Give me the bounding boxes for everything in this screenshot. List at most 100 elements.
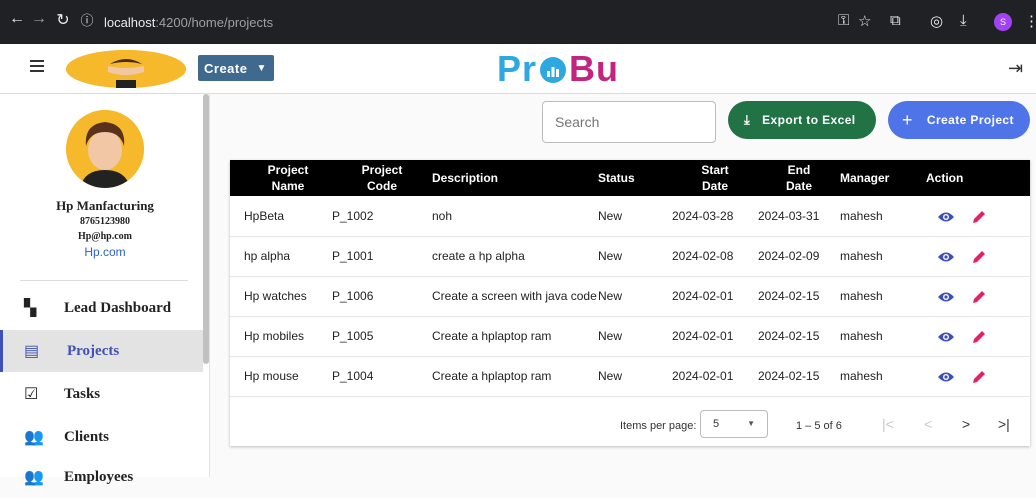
manager-cell: mahesh [840,369,883,383]
start-date-cell: 2024-03-28 [672,208,734,223]
create-project-label: Create Project [926,113,1014,127]
action-cell [926,356,1030,396]
create-project-button[interactable]: + Create Project [888,101,1030,139]
status-cell: New [598,249,623,263]
org-name: Hp Manfacturing [56,198,154,213]
action-cell [926,276,1030,316]
search-input[interactable] [542,101,716,143]
view-eye-icon[interactable] [938,291,954,303]
view-eye-icon[interactable] [938,211,954,223]
table-header-row: Project Name Project Code Description Stat… [230,160,1030,196]
sidebar-item-projects[interactable]: ▤ Projects [0,330,203,372]
project-code-cell: P_1002 [332,208,374,223]
header-start-date[interactable]: Start Date [672,160,758,196]
end-date-cell: 2024-02-09 [758,249,820,263]
project-name-cell: Hp watches [244,289,307,303]
org-website-link[interactable]: Hp.com [0,245,210,259]
table-row: Hp mouse P_1004 Create a hplaptop ram New 20… [230,356,1030,396]
start-date-cell: 2024-02-01 [672,289,734,303]
header-project-name[interactable]: Project Name [230,160,332,196]
reload-icon[interactable]: ↻ [54,10,72,30]
download-icon[interactable]: ⤓ [960,12,967,29]
edit-pencil-icon[interactable] [972,290,986,304]
site-info-icon[interactable]: ⓘ [78,10,96,29]
items-per-page-label: Items per page: [620,420,697,432]
group-icon: 👥 [24,469,44,486]
edit-pencil-icon[interactable] [972,210,986,224]
browser-toolbar: ← → ↻ ⓘ localhost:4200/home/projects ⚿ ☆… [0,0,1036,44]
manager-cell: mahesh [840,249,883,263]
org-avatar [66,110,144,188]
sidebar-item-tasks[interactable]: ☑ Tasks [0,373,203,415]
sidebar-item-label: Employees [64,468,134,485]
manager-cell: mahesh [840,208,883,223]
project-name-cell: HpBeta [244,208,285,223]
create-dropdown-button[interactable]: Create ▼ [198,55,274,81]
key-icon[interactable]: ⚿ [838,12,849,29]
sidebar-item-label: Lead Dashboard [64,299,172,316]
end-date-cell: 2024-02-15 [758,289,820,303]
edit-pencil-icon[interactable] [972,330,986,344]
sidebar-scrollbar[interactable] [203,94,209,364]
brand-cloud-icon [540,57,567,83]
sidebar-item-label: Projects [67,342,120,359]
view-eye-icon[interactable] [938,331,954,343]
end-date-cell: 2024-02-15 [758,369,820,383]
logout-icon[interactable]: ⇥ [1008,58,1023,79]
project-code-cell: P_1001 [332,249,374,263]
dashboard-icon: ▚ [24,300,37,317]
projects-table-card: Project Name Project Code Description Stat… [230,160,1030,446]
bookmark-star-icon[interactable]: ☆ [858,12,871,30]
brand-logo: Pr Bu [497,48,619,90]
caret-down-icon: ▼ [747,419,755,428]
profile-avatar[interactable]: S [994,13,1012,31]
sidebar-item-lead-dashboard[interactable]: ▚ Lead Dashboard [0,287,203,329]
end-date-cell: 2024-02-15 [758,329,820,343]
brand-left: Pr [497,48,538,89]
caret-down-icon: ▼ [256,62,267,74]
brand-right: Bu [569,48,620,89]
create-label: Create [204,60,248,76]
last-page-icon[interactable]: >| [998,416,1010,432]
extensions-icon[interactable]: ⧉ [890,12,901,29]
header-status[interactable]: Status [598,160,672,196]
project-code-cell: P_1005 [332,329,374,343]
edit-pencil-icon[interactable] [972,250,986,264]
page-size-select[interactable]: 5 ▼ [700,410,768,438]
header-end-date[interactable]: End Date [758,160,840,196]
menu-dots-icon[interactable]: ⋮ [1024,12,1036,30]
url-path: :4200/home/projects [155,14,274,30]
start-date-cell: 2024-02-01 [672,329,734,343]
back-arrow-icon[interactable]: ← [8,10,26,28]
status-cell: New [598,369,623,383]
sidebar-item-label: Tasks [64,385,101,402]
app-header: Create ▼ Pr Bu ⇥ [0,44,1036,94]
sidebar: Hp Manfacturing 8765123980 Hp@hp.com Hp.… [0,94,210,486]
header-manager[interactable]: Manager [840,160,926,196]
sidebar-item-clients[interactable]: 👥 Clients [0,416,203,458]
previous-page-icon[interactable]: < [924,416,932,432]
wallet-icon[interactable]: ◎ [930,12,943,30]
start-date-cell: 2024-02-01 [672,369,734,383]
address-bar[interactable]: localhost:4200/home/projects [104,10,874,34]
next-page-icon[interactable]: > [962,416,970,432]
export-label: Export to Excel [762,113,856,127]
header-project-code[interactable]: Project Code [332,160,432,196]
sidebar-item-label: Clients [64,428,109,445]
divider [20,280,188,281]
edit-pencil-icon[interactable] [972,370,986,384]
export-to-excel-button[interactable]: ⤓ Export to Excel [728,101,876,139]
hamburger-menu-icon[interactable] [30,60,44,74]
forward-arrow-icon[interactable]: → [30,10,48,28]
view-eye-icon[interactable] [938,371,954,383]
status-cell: New [598,329,623,343]
sidebar-item-employees[interactable]: 👥 Employees [0,456,203,498]
projects-table: Project Name Project Code Description Stat… [230,160,1030,397]
assignment-icon: ▤ [24,343,40,360]
url-host: localhost [104,14,156,30]
first-page-icon[interactable]: |< [882,416,894,432]
header-description[interactable]: Description [432,160,598,196]
view-eye-icon[interactable] [938,251,954,263]
end-date-cell: 2024-03-31 [758,208,820,223]
action-cell [926,236,1030,276]
